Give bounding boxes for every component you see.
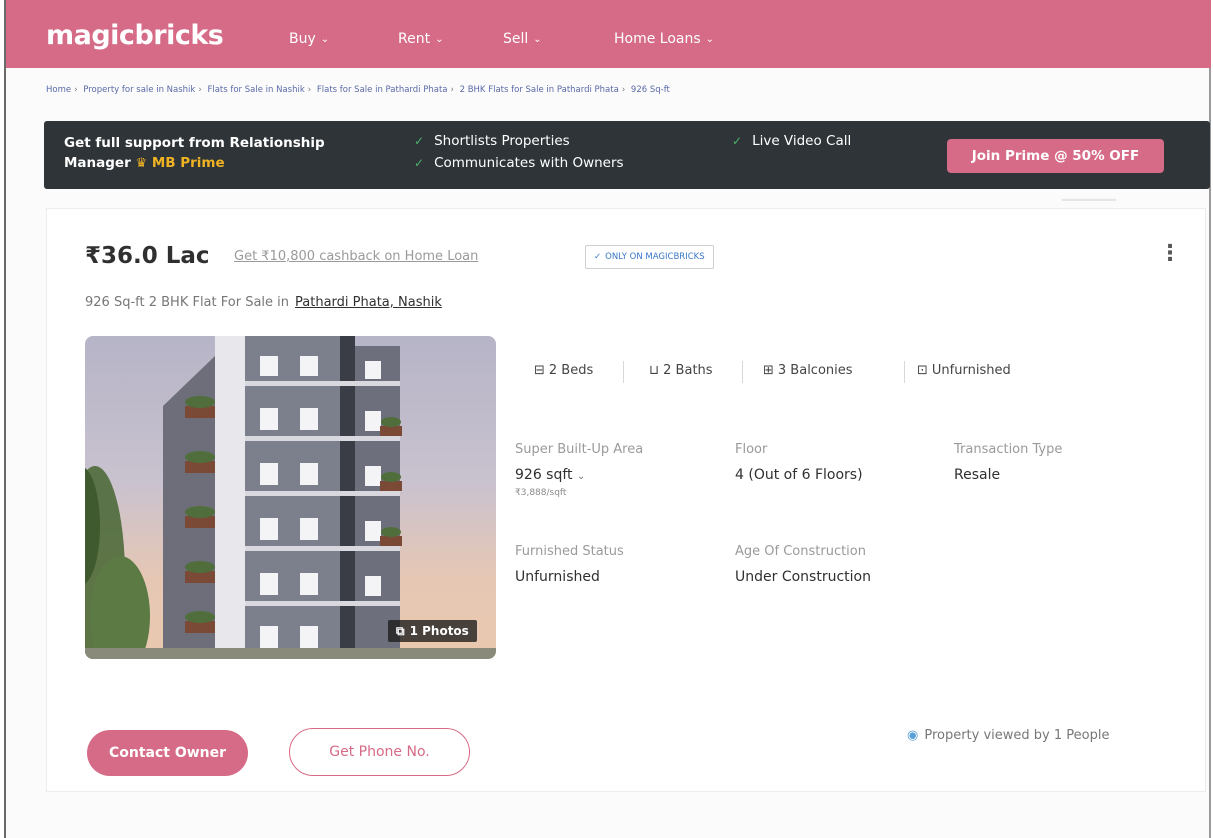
unit-dropdown-icon[interactable]: ⌄ [577, 471, 585, 482]
eye-icon: ◉ [907, 728, 919, 743]
property-subtitle-text: 926 Sq-ft 2 BHK Flat For Sale in [85, 295, 290, 310]
property-price: ₹36.0 Lac [85, 243, 210, 269]
property-card: ₹36.0 Lac Get ₹10,800 cashback on Home L… [46, 208, 1206, 792]
breadcrumb: Home › Property for sale in Nashik › Flats… [46, 85, 670, 95]
nav-home-loans-label: Home Loans [614, 31, 701, 47]
amenity-baths: ⊔ 2 Baths [649, 363, 713, 378]
exclusive-badge: ✓ ONLY ON MAGICBRICKS [585, 245, 714, 269]
price-per-sqft: ₹3,888/sqft [515, 488, 567, 498]
location-link[interactable]: Pathardi Phata, Nashik [295, 295, 442, 310]
furnish-icon: ⊡ [917, 363, 928, 378]
join-prime-button[interactable]: Join Prime @ 50% OFF [947, 139, 1164, 173]
divider [623, 361, 624, 383]
nav-rent[interactable]: Rent ⌄ [398, 31, 443, 47]
building-image [85, 336, 496, 659]
magicbricks-logo[interactable]: magicbricks [46, 20, 224, 51]
prime-feature: ✓ Live Video Call [732, 133, 851, 149]
check-icon: ✓ [414, 156, 425, 170]
bath-icon: ⊔ [649, 363, 660, 378]
bed-icon: ⊟ [534, 363, 545, 378]
amenity-label: 3 Balconies [777, 363, 853, 378]
breadcrumb-property-nashik[interactable]: Property for sale in Nashik [83, 85, 195, 95]
property-subtitle: 926 Sq-ft 2 BHK Flat For Sale in Pathardi… [85, 295, 442, 310]
balcony-icon: ⊞ [763, 363, 774, 378]
more-options-icon[interactable]: ⋮ [1159, 241, 1181, 266]
crown-icon: ♛ [135, 156, 148, 171]
amenity-label: 2 Beds [548, 363, 594, 378]
photo-count-tag[interactable]: ⧉ 1 Photos [388, 620, 477, 642]
prime-feature: ✓ Communicates with Owners [414, 155, 624, 171]
exclusive-badge-label: ONLY ON MAGICBRICKS [605, 252, 705, 262]
furnished-value: Unfurnished [515, 569, 600, 585]
nav-sell-label: Sell [503, 31, 529, 47]
property-photo[interactable]: ⧉ 1 Photos [85, 336, 496, 659]
get-phone-button[interactable]: Get Phone No. [289, 728, 470, 776]
chevron-down-icon: ⌄ [320, 33, 330, 45]
divider [904, 361, 905, 383]
prime-feature-label: Shortlists Properties [434, 133, 570, 149]
top-navigation-bar: magicbricks Buy ⌄ Rent ⌄ Sell ⌄ Home Loa… [6, 0, 1211, 68]
area-value-text: 926 sqft [515, 467, 573, 483]
check-icon: ✓ [594, 252, 602, 262]
area-label: Super Built-Up Area [515, 442, 644, 457]
amenity-beds: ⊟ 2 Beds [534, 363, 593, 378]
transaction-label: Transaction Type [954, 442, 1063, 457]
nav-sell[interactable]: Sell ⌄ [503, 31, 542, 47]
chevron-down-icon: ⌄ [533, 33, 542, 45]
check-icon: ✓ [732, 134, 743, 148]
floor-value: 4 (Out of 6 Floors) [735, 467, 863, 483]
breadcrumb-current: 926 Sq-ft [630, 85, 670, 95]
amenity-furnishing: ⊡ Unfurnished [917, 363, 1011, 378]
amenity-balconies: ⊞ 3 Balconies [763, 363, 853, 378]
nav-home-loans[interactable]: Home Loans ⌄ [614, 31, 714, 47]
chevron-down-icon: ⌄ [435, 33, 444, 45]
chevron-down-icon: ⌄ [705, 33, 715, 45]
prime-banner: Get full support from Relationship Manag… [44, 121, 1210, 189]
amenity-label: Unfurnished [931, 363, 1011, 378]
prime-feature: ✓ Shortlists Properties [414, 133, 570, 149]
furnished-label: Furnished Status [515, 544, 624, 559]
divider [742, 361, 743, 383]
breadcrumb-flats-pathardi[interactable]: Flats for Sale in Pathardi Phata [317, 85, 448, 95]
age-value: Under Construction [735, 569, 871, 585]
area-value[interactable]: 926 sqft ⌄ [515, 467, 585, 483]
prime-badge: MB Prime [151, 155, 225, 171]
views-info: ◉ Property viewed by 1 People [907, 728, 1109, 743]
age-label: Age Of Construction [735, 544, 866, 559]
photo-icon: ⧉ [396, 623, 405, 638]
views-label: Property viewed by 1 People [924, 728, 1110, 743]
prime-feature-label: Communicates with Owners [434, 155, 624, 171]
nav-rent-label: Rent [398, 31, 431, 47]
cashback-link[interactable]: Get ₹10,800 cashback on Home Loan [234, 249, 478, 264]
transaction-value: Resale [954, 467, 1001, 483]
nav-buy[interactable]: Buy ⌄ [289, 31, 329, 47]
floor-label: Floor [735, 442, 768, 457]
breadcrumb-2bhk-pathardi[interactable]: 2 BHK Flats for Sale in Pathardi Phata [460, 85, 619, 95]
photo-count-label: 1 Photos [409, 624, 469, 638]
amenity-label: 2 Baths [663, 363, 713, 378]
prime-title: Get full support from Relationship Manag… [64, 133, 384, 174]
nav-buy-label: Buy [289, 31, 316, 47]
check-icon: ✓ [414, 134, 425, 148]
contact-owner-button[interactable]: Contact Owner [87, 730, 248, 776]
prime-feature-label: Live Video Call [752, 133, 852, 149]
breadcrumb-flats-nashik[interactable]: Flats for Sale in Nashik [207, 85, 304, 95]
breadcrumb-home[interactable]: Home [46, 85, 71, 95]
